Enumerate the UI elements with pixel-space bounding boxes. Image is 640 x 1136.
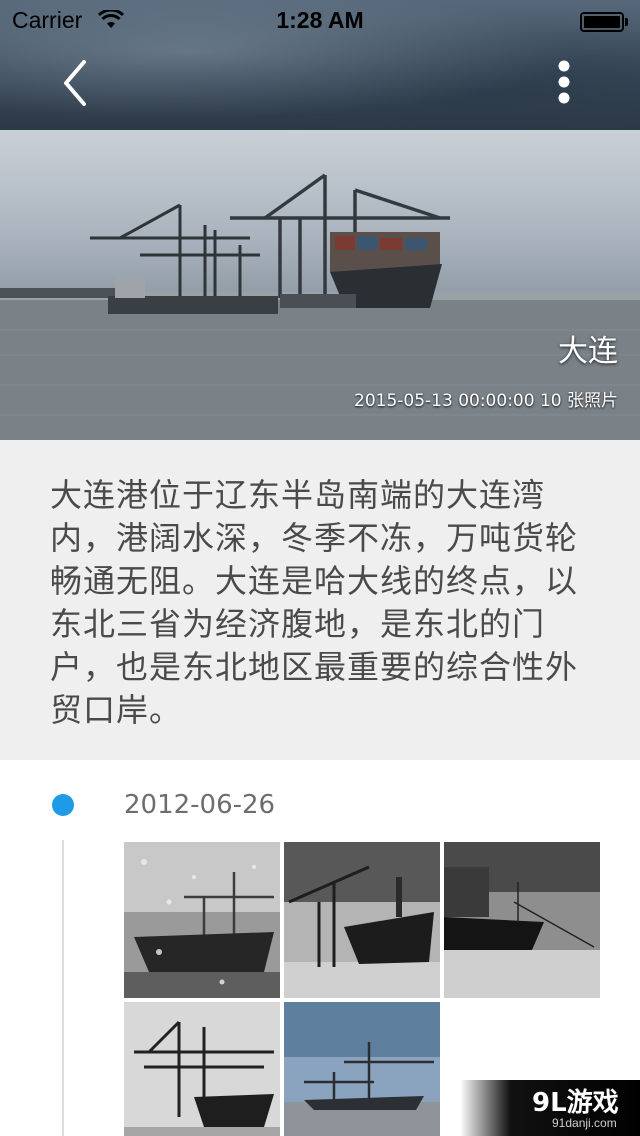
- status-bar: Carrier 1:28 AM: [0, 0, 640, 40]
- clock: 1:28 AM: [276, 7, 364, 33]
- timeline-dot: [52, 794, 74, 816]
- container-ship-photo: [444, 842, 600, 998]
- gantry-crane-photo: [124, 1002, 280, 1136]
- photo-thumbnail[interactable]: [124, 1002, 280, 1136]
- photo-thumbnail[interactable]: [444, 842, 600, 998]
- battery-icon: [580, 12, 628, 32]
- watermark-logo: 9L游戏: [532, 1088, 619, 1118]
- photo-thumbnail[interactable]: [124, 842, 280, 998]
- photo-thumbnail[interactable]: [284, 1002, 440, 1136]
- chevron-left-icon: [64, 60, 86, 106]
- rainy-ship-photo: [124, 842, 280, 998]
- vertical-ellipsis-icon: [558, 60, 570, 104]
- description-text: 大连港位于辽东半岛南端的大连湾内，港阔水深，冬季不冻，万吨货轮畅通无阻。大连是哈…: [50, 476, 579, 729]
- timeline-line: [62, 840, 64, 1136]
- back-button[interactable]: [52, 56, 100, 112]
- site-watermark: 9L游戏 91danji.com: [460, 1080, 640, 1136]
- album-description: 大连港位于辽东半岛南端的大连湾内，港阔水深，冬季不冻，万吨货轮畅通无阻。大连是哈…: [0, 440, 640, 760]
- port-distance-photo: [284, 1002, 440, 1136]
- album-title: 大连: [558, 334, 618, 369]
- album-cover[interactable]: 大连 2015-05-13 00:00:00 10 张照片: [0, 130, 640, 440]
- timeline-date: 2012-06-26: [124, 790, 276, 820]
- header: Carrier 1:28 AM: [0, 0, 640, 130]
- album-date-and-count: 2015-05-13 00:00:00 10 张照片: [354, 391, 618, 411]
- photo-thumbnail[interactable]: [284, 842, 440, 998]
- watermark-url: 91danji.com: [552, 1116, 617, 1130]
- more-options-button[interactable]: [548, 58, 580, 108]
- crane-ship-photo: [284, 842, 440, 998]
